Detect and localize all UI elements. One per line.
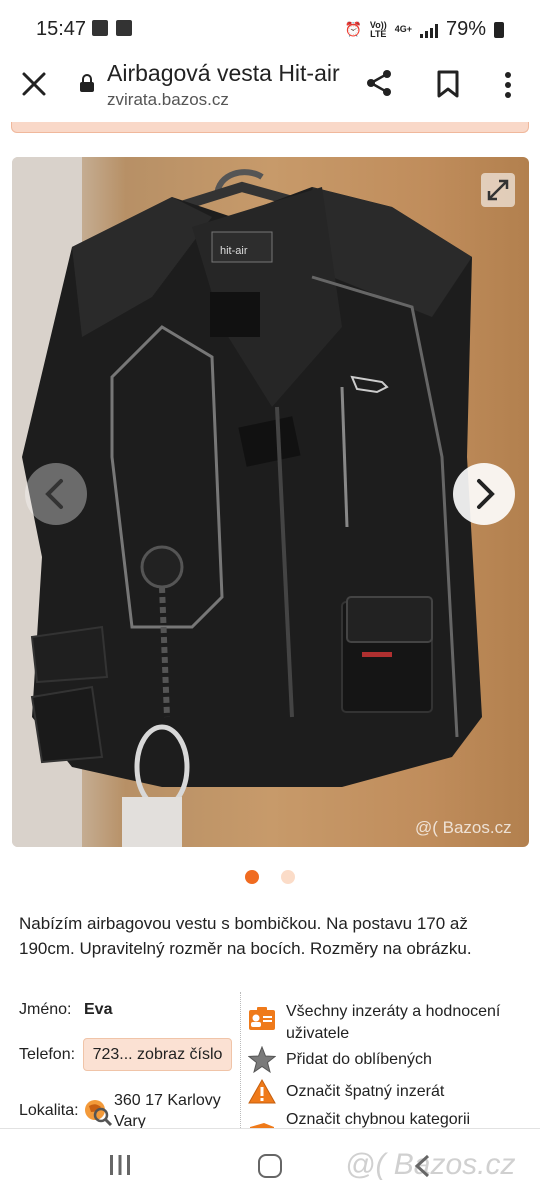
action-report-listing[interactable]: Označit špatný inzerát	[248, 1078, 533, 1107]
gallery-icon	[92, 20, 108, 36]
signal-icon	[419, 22, 438, 38]
previous-photo-button[interactable]	[25, 463, 87, 525]
bookmark-icon[interactable]	[436, 70, 460, 98]
action-all-listings[interactable]: Všechny inzeráty a hodnocení uživatele	[248, 1001, 533, 1045]
checkbox-icon	[116, 20, 132, 36]
battery-percent: 79%	[445, 18, 486, 40]
name-row: Jméno:	[19, 1001, 71, 1019]
fullscreen-button[interactable]	[481, 173, 515, 207]
battery-icon	[494, 21, 504, 38]
location-label: Lokalita:	[19, 1102, 79, 1119]
svg-text:hit-air: hit-air	[220, 245, 248, 257]
page-domain[interactable]: zvirata.bazos.cz	[107, 90, 229, 110]
browser-toolbar: Airbagová vesta Hit-air zvirata.bazos.cz	[0, 60, 540, 122]
name-label: Jméno:	[19, 1001, 72, 1018]
star-icon	[248, 1046, 276, 1074]
seller-info: Jméno: Eva Telefon: 723... zobraz číslo …	[19, 992, 239, 1132]
photo-pagination	[0, 870, 540, 884]
user-card-icon	[249, 1007, 275, 1030]
show-phone-button[interactable]: 723... zobraz číslo	[83, 1038, 232, 1071]
listing-photo[interactable]: hit-air @(Bazos.cz	[12, 157, 529, 847]
next-photo-button[interactable]	[453, 463, 515, 525]
status-bar: 15:47 ⏰ Vo)) LTE 4G+ 79%	[0, 0, 540, 60]
close-icon[interactable]	[20, 70, 48, 98]
lock-icon	[80, 74, 94, 92]
more-menu-icon[interactable]	[498, 70, 518, 100]
status-right: ⏰ Vo)) LTE 4G+ 79%	[344, 18, 504, 41]
orange-banner-edge	[11, 122, 529, 133]
info-divider	[240, 992, 241, 1132]
action-report-listing-label: Označit špatný inzerát	[286, 1083, 445, 1100]
phone-row: Telefon:	[19, 1046, 75, 1064]
photo-watermark: @( Bazos.cz	[415, 818, 512, 837]
seller-name: Eva	[84, 1001, 113, 1018]
action-add-favorite-label: Přidat do oblíbených	[286, 1051, 432, 1068]
action-add-favorite[interactable]: Přidat do oblíbených	[248, 1046, 533, 1075]
recent-apps-icon[interactable]	[108, 1155, 132, 1175]
home-icon[interactable]	[258, 1154, 282, 1178]
location-search-icon[interactable]	[83, 1098, 113, 1126]
location-row: Lokalita:	[19, 1102, 79, 1120]
alarm-icon: ⏰	[344, 21, 362, 37]
network-type: 4G+	[394, 24, 412, 34]
location-value[interactable]: 360 17 Karlovy Vary	[114, 1090, 244, 1132]
listing-actions: Všechny inzeráty a hodnocení uživatele P…	[248, 992, 533, 1133]
volte-indicator: Vo)) LTE	[369, 19, 387, 39]
action-all-listings-label: Všechny inzeráty a hodnocení uživatele	[286, 1003, 501, 1042]
expand-icon	[487, 179, 509, 201]
pagination-dot-1[interactable]	[245, 870, 259, 884]
chevron-right-icon	[477, 479, 495, 509]
back-icon[interactable]	[412, 1154, 434, 1178]
vest-illustration: hit-air	[12, 157, 482, 847]
warning-icon	[248, 1078, 276, 1104]
listing-description: Nabízím airbagovou vestu s bombičkou. Na…	[19, 914, 472, 958]
page-title[interactable]: Airbagová vesta Hit-air	[107, 60, 347, 87]
status-time: 15:47	[36, 18, 87, 40]
share-icon[interactable]	[364, 68, 394, 98]
notification-icons	[92, 20, 132, 36]
chevron-left-icon	[45, 479, 63, 509]
pagination-dot-2[interactable]	[281, 870, 295, 884]
phone-label: Telefon:	[19, 1046, 76, 1063]
